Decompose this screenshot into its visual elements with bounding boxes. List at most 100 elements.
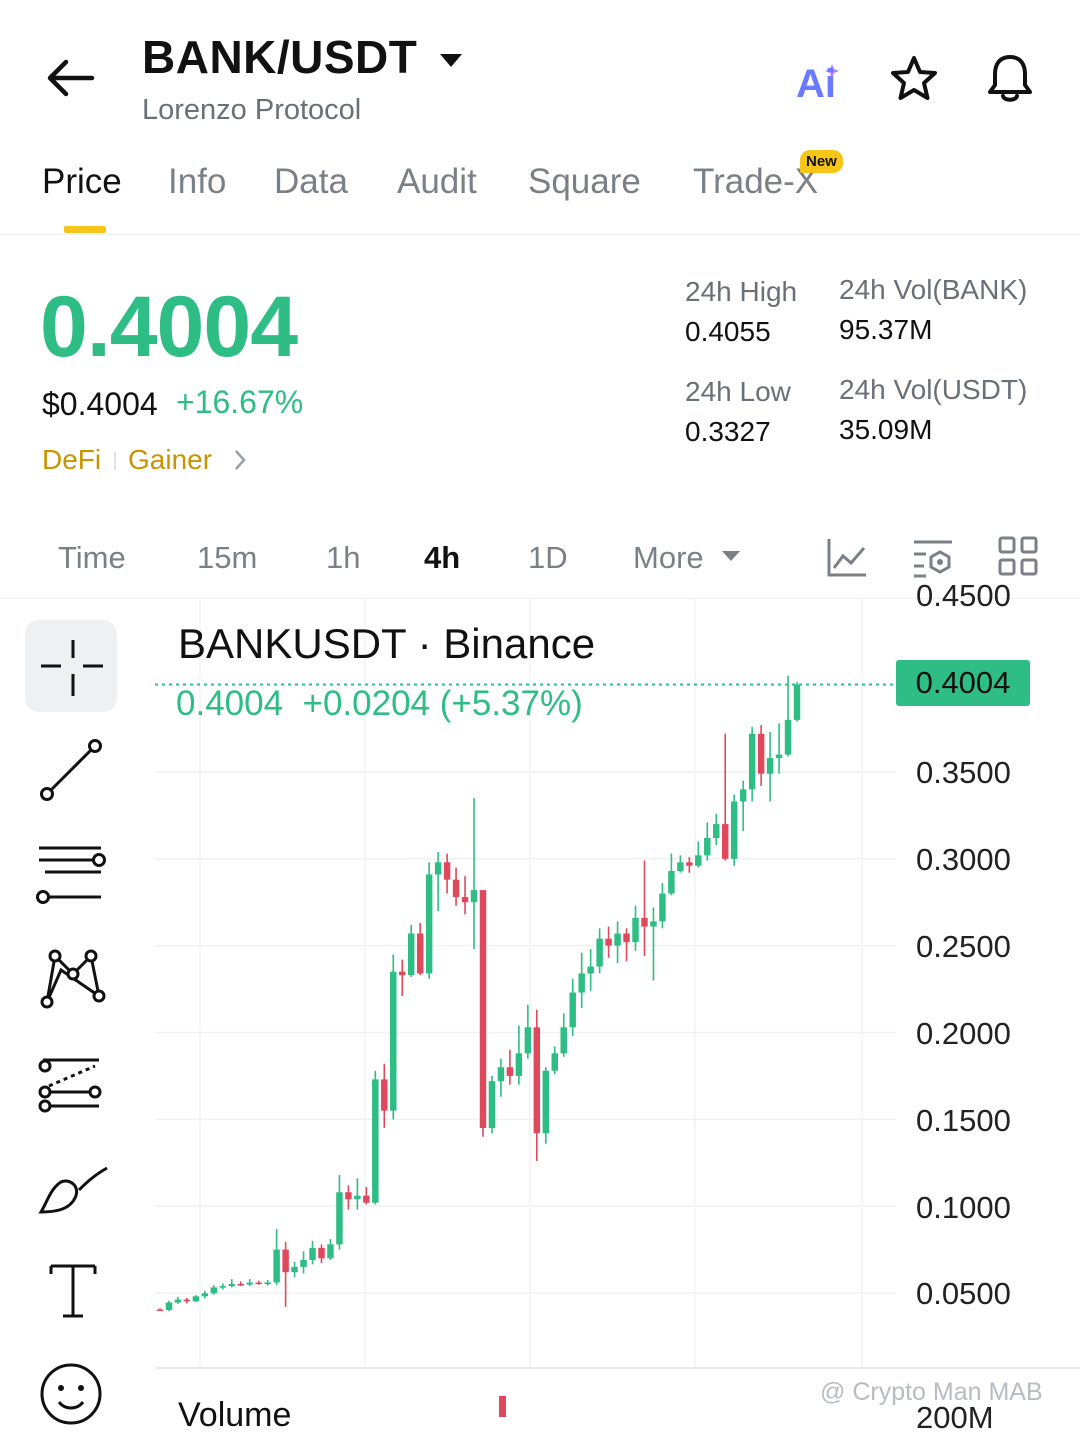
candle-body [327, 1244, 334, 1259]
candle-body [381, 1079, 388, 1111]
indicator-chart-icon[interactable] [826, 536, 868, 578]
candle-body [425, 874, 433, 974]
pair-title[interactable]: BANK/USDT [142, 30, 417, 84]
interval-15m[interactable]: 15m [197, 540, 257, 576]
tag-divider [114, 452, 116, 470]
candle-body [766, 758, 774, 774]
chevron-right-icon[interactable] [232, 448, 248, 472]
candle-body [354, 1195, 361, 1200]
candle-body [650, 921, 657, 927]
ohlc-price: 0.4004 [176, 684, 284, 723]
candle-body [596, 938, 603, 967]
more-caret-icon[interactable] [720, 548, 742, 564]
low-value: 0.3327 [685, 416, 771, 447]
tab-data[interactable]: Data [274, 162, 348, 202]
candle-body [479, 890, 487, 1129]
interval-1h[interactable]: 1h [326, 540, 360, 576]
candle-body [363, 1195, 370, 1203]
tag-gainer[interactable]: Gainer [128, 444, 212, 476]
candle-body [533, 1027, 541, 1134]
tab-info[interactable]: Info [168, 162, 226, 202]
vol-base-value: 95.37M [839, 314, 933, 345]
candle-body [578, 973, 585, 993]
y-tick-label: 0.2000 [916, 1016, 1011, 1051]
ai-assistant-icon[interactable]: Ai [794, 58, 854, 110]
candle-body [488, 1081, 496, 1129]
candle-body [668, 870, 675, 894]
candle-body [434, 862, 442, 875]
candle-body [605, 938, 612, 946]
new-badge: New [800, 150, 843, 173]
candle-body [399, 971, 406, 976]
chart-title: BANKUSDT · Binance [178, 620, 596, 667]
last-price-tag: 0.4004 [896, 660, 1030, 706]
candle-body [201, 1293, 209, 1297]
last-price: 0.4004 [40, 279, 298, 375]
candle-body [542, 1070, 550, 1134]
back-arrow-icon[interactable] [44, 56, 96, 100]
candle-body [291, 1266, 298, 1273]
y-tick-label: 0.4500 [916, 578, 1011, 613]
candle-body [273, 1249, 280, 1283]
interval-1d[interactable]: 1D [528, 540, 568, 576]
candle-body [452, 879, 460, 898]
y-tick-label: 0.1500 [916, 1103, 1011, 1138]
candle-body [470, 890, 478, 903]
tab-square[interactable]: Square [528, 162, 641, 202]
tag-defi[interactable]: DeFi [42, 444, 101, 476]
candle-body [300, 1260, 307, 1267]
candle-body [390, 971, 397, 1111]
interval-time[interactable]: Time [58, 540, 126, 576]
candle-body [587, 966, 594, 974]
candle-body [506, 1067, 514, 1076]
candle-body [416, 933, 424, 974]
candle-body [551, 1053, 558, 1071]
bell-icon[interactable] [984, 52, 1036, 104]
star-icon[interactable] [888, 54, 940, 106]
candle-body [336, 1192, 343, 1245]
candle-body [210, 1287, 218, 1294]
interval-more[interactable]: More [633, 540, 704, 576]
project-name: Lorenzo Protocol [142, 94, 362, 126]
interval-4h[interactable]: 4h [424, 540, 460, 576]
candle-body [237, 1283, 244, 1286]
candle-body [345, 1192, 352, 1200]
candle-body [623, 933, 630, 943]
candle-body [318, 1247, 325, 1259]
candle-body [246, 1282, 253, 1285]
fiat-price: $0.4004 [42, 386, 158, 422]
candle-body [614, 933, 621, 946]
candle-body [757, 733, 765, 774]
chart-settings-icon[interactable] [912, 536, 954, 578]
candle-body [309, 1247, 316, 1261]
candle-body [721, 824, 729, 859]
tab-audit[interactable]: Audit [397, 162, 477, 202]
candle-body [560, 1027, 567, 1054]
candle-body [659, 893, 666, 922]
candle-body [793, 684, 801, 720]
tab-bar: Price Info Data Audit Square Trade-X [0, 150, 1080, 235]
candle-body [156, 1309, 164, 1312]
candle-body [461, 897, 469, 903]
caret-down-icon[interactable] [438, 50, 464, 70]
candle-body [748, 733, 756, 790]
grid-layout-icon[interactable] [998, 536, 1038, 576]
candle-body [784, 719, 792, 755]
candle-body [775, 754, 783, 759]
candle-body [282, 1249, 289, 1273]
candle-body [739, 789, 747, 802]
candle-body [219, 1286, 227, 1288]
candle-body [255, 1282, 262, 1285]
y-tick-label: 0.2500 [916, 929, 1011, 964]
tab-price[interactable]: Price [42, 162, 122, 202]
ohlc-change: +0.0204 (+5.37%) [302, 684, 583, 723]
candle-body [407, 933, 415, 976]
candle-body [443, 862, 451, 880]
y-tick-label: 0.1000 [916, 1190, 1011, 1225]
candle-body [686, 862, 693, 866]
candle-body [677, 862, 684, 871]
watermark: @ Crypto Man MAB [820, 1378, 1043, 1406]
candle-body [192, 1296, 200, 1302]
y-tick-label: 0.3000 [916, 842, 1011, 877]
candle-body [174, 1299, 182, 1303]
